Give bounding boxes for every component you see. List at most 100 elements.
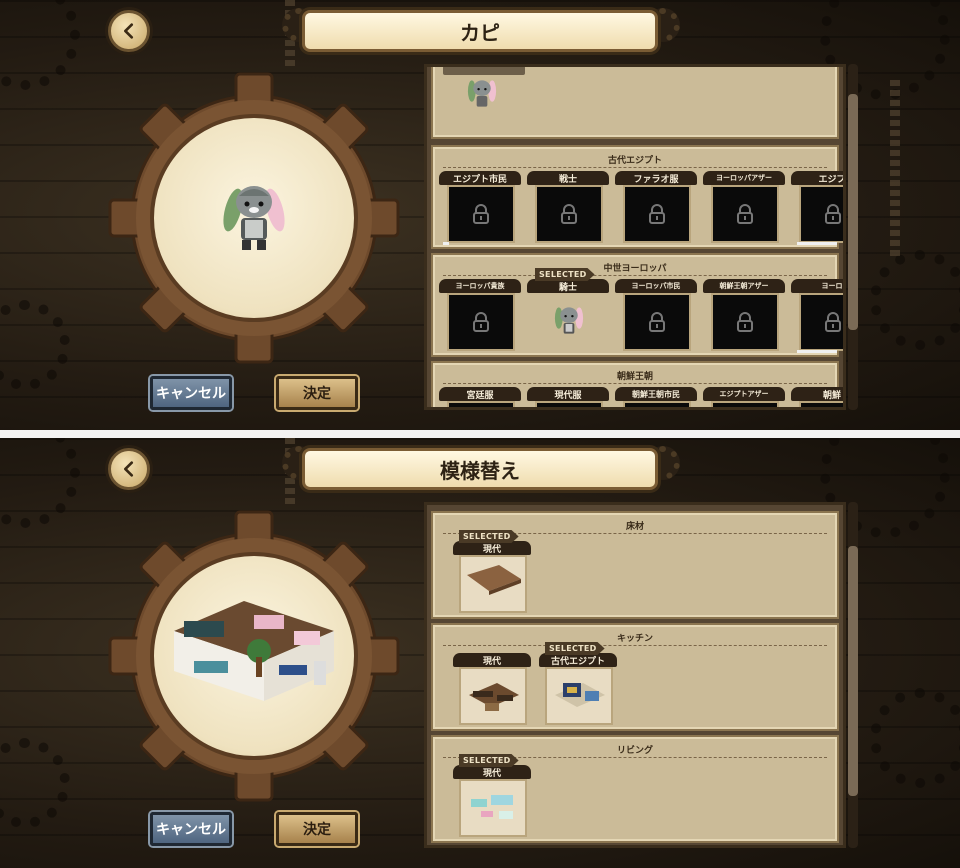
section-title: 中世ヨーロッパ <box>603 264 667 274</box>
locked-slot <box>711 185 779 243</box>
lock-icon <box>825 312 841 332</box>
kitchen-modern-thumbnail <box>469 683 519 711</box>
slot-label: 現代 <box>453 653 531 667</box>
confirm-button[interactable]: 決定 <box>276 376 358 410</box>
slot-label: エジプ <box>791 171 843 185</box>
slot-label: エジプトアザー <box>703 387 785 401</box>
list-scrollbar[interactable] <box>848 64 858 410</box>
scrollbar-thumb[interactable] <box>848 546 858 796</box>
character-preview <box>150 114 358 322</box>
slot-label: ヨーロ <box>791 279 843 293</box>
chevron-left-icon <box>124 461 134 477</box>
preview-gear <box>108 510 400 802</box>
row-scroll-indicator <box>797 350 837 353</box>
preview-gear <box>108 72 400 364</box>
selected-badge: SELECTED <box>459 754 519 767</box>
slot-label: 現代 <box>453 541 531 555</box>
slot-label: 戦士 <box>527 171 609 185</box>
cancel-button[interactable]: キャンセル <box>150 376 232 410</box>
slot-image <box>535 293 603 351</box>
confirm-button[interactable]: 決定 <box>276 812 358 846</box>
section-title: キッチン <box>616 634 653 644</box>
slot-label: 現代 <box>453 765 531 779</box>
list-scrollbar[interactable] <box>848 502 858 848</box>
slot-label: ヨーロッパ貴族 <box>439 279 521 293</box>
slot-image <box>623 401 691 407</box>
section-title: 古代エジプト <box>607 156 662 166</box>
slot-image <box>465 75 499 119</box>
page-title: 模様替え <box>302 448 658 490</box>
furniture-section-floor: 床材 現代 SELECTED <box>431 511 839 619</box>
locked-slot <box>623 293 691 351</box>
screenshot-divider <box>0 430 960 438</box>
costume-screen: カピ キャンセル 決定 古代エジプト エジプト市民 戦士 ファラオ服 ヨーロッパ… <box>0 0 960 430</box>
slot-label: ヨーロッパ市民 <box>615 279 697 293</box>
background-gear <box>0 438 80 528</box>
slot-label: ファラオ服 <box>615 171 697 185</box>
furniture-section-living: リビング 現代 SELECTED <box>431 735 839 843</box>
slot-image <box>535 401 603 407</box>
lock-icon <box>825 204 841 224</box>
costume-list[interactable]: 古代エジプト エジプト市民 戦士 ファラオ服 ヨーロッパアザー エジプ 中世ヨー… <box>424 64 846 410</box>
background-gear <box>0 0 80 90</box>
slot-image <box>459 667 527 725</box>
locked-slot <box>535 185 603 243</box>
scrollbar-thumb[interactable] <box>848 94 858 330</box>
character-bunny-knight <box>223 186 285 250</box>
slot-image <box>799 401 843 407</box>
lock-icon <box>561 204 577 224</box>
furniture-list[interactable]: 床材 現代 SELECTED キッチン 現代 古代エジプト SELECTED リ… <box>424 502 846 848</box>
back-button[interactable] <box>108 10 150 52</box>
redecorate-screen: 模様替え キャンセル 決定 床材 現代 SELECTED キッチン 現代 古代エ… <box>0 438 960 868</box>
background-gear <box>870 688 960 788</box>
slot-label: 古代エジプト <box>539 653 617 667</box>
lock-icon <box>737 312 753 332</box>
background-gear <box>870 250 960 350</box>
slot-label: ヨーロッパアザー <box>703 171 785 185</box>
row-scroll-indicator <box>443 242 449 245</box>
locked-slot <box>447 185 515 243</box>
slot-image <box>447 401 515 407</box>
locked-slot <box>799 185 843 243</box>
selected-badge: SELECTED <box>545 642 605 655</box>
costume-section-ancient-egypt: 古代エジプト エジプト市民 戦士 ファラオ服 ヨーロッパアザー エジプ <box>431 145 843 249</box>
kitchen-egypt-thumbnail <box>555 683 605 707</box>
background-chain <box>890 80 900 260</box>
costume-section-medieval-europe: 中世ヨーロッパ ヨーロッパ貴族 騎士 SELECTED ヨーロッパ市民 朝鮮王朝… <box>431 253 843 357</box>
back-button[interactable] <box>108 448 150 490</box>
selected-badge: SELECTED <box>535 268 595 281</box>
locked-slot <box>799 293 843 351</box>
lock-icon <box>473 204 489 224</box>
lock-icon <box>649 312 665 332</box>
row-scroll-indicator <box>797 242 837 245</box>
slot-label: 騎士 <box>527 279 609 293</box>
page-title: カピ <box>302 10 658 52</box>
slot-label: 朝鮮王朝アザー <box>703 279 785 293</box>
cancel-button[interactable]: キャンセル <box>150 812 232 846</box>
lock-icon <box>737 204 753 224</box>
slot-image <box>459 779 527 837</box>
room-preview <box>150 552 358 760</box>
locked-slot <box>711 293 779 351</box>
slot-label: 現代服 <box>527 387 609 401</box>
slot-image <box>711 401 779 407</box>
slot-label: 朝鮮 <box>791 387 843 401</box>
slot-label: 朝鮮王朝市民 <box>615 387 697 401</box>
selected-badge: SELECTED <box>459 530 519 543</box>
lock-icon <box>473 312 489 332</box>
slot-label: 宮廷服 <box>439 387 521 401</box>
character-bunny-icon <box>467 80 497 107</box>
slot-label <box>443 67 525 75</box>
living-modern-thumbnail <box>471 795 513 819</box>
locked-slot <box>623 185 691 243</box>
costume-section-joseon: 朝鮮王朝 宮廷服 現代服 朝鮮王朝市民 エジプトアザー 朝鮮 <box>431 361 843 407</box>
section-title: 朝鮮王朝 <box>616 372 653 382</box>
character-bunny-knight-icon <box>554 307 584 334</box>
lock-icon <box>649 204 665 224</box>
background-gear <box>0 738 70 828</box>
furniture-section-kitchen: キッチン 現代 古代エジプト SELECTED <box>431 623 839 731</box>
room-illustration <box>174 601 334 701</box>
slot-image <box>459 555 527 613</box>
slot-label: エジプト市民 <box>439 171 521 185</box>
costume-section <box>431 67 839 139</box>
